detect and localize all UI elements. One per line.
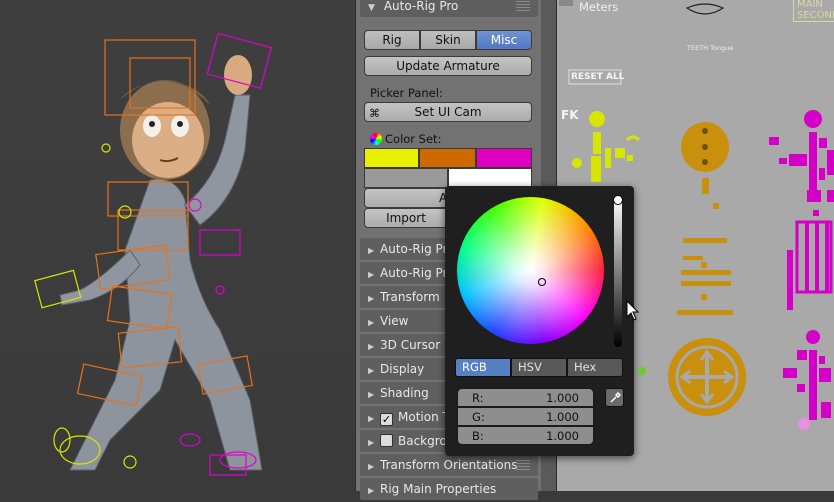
green-value: 1.000 — [546, 410, 579, 424]
color-wheel[interactable] — [457, 197, 604, 344]
red-label: R: — [472, 391, 484, 405]
3d-viewport[interactable] — [0, 0, 355, 491]
section-label: Display — [380, 362, 425, 376]
set-ui-cam-label: Set UI Cam — [414, 105, 482, 119]
section-label: Auto-Rig Pro — [380, 266, 455, 280]
green-label: G: — [472, 410, 485, 424]
section-rig-main-properties[interactable]: ▶ Rig Main Properties — [360, 478, 538, 500]
tab-hsv[interactable]: HSV — [511, 358, 567, 377]
color-swatch-gray[interactable] — [364, 168, 448, 188]
color-swatch-yellow[interactable] — [364, 148, 419, 168]
expand-triangle-icon: ▶ — [368, 318, 375, 327]
picker-panel-label: Picker Panel: — [370, 86, 443, 100]
color-palette-icon — [370, 133, 382, 145]
color-wheel-cursor[interactable] — [538, 278, 546, 286]
expand-triangle-icon: ▶ — [368, 390, 375, 399]
teeth-tongue-caption: TEETH Tongue — [687, 44, 734, 52]
section-label: Auto-Rig Pro — [380, 242, 455, 256]
background-images-checkbox[interactable] — [380, 434, 393, 447]
units-label: Meters — [579, 0, 619, 14]
blue-value: 1.000 — [546, 429, 579, 443]
red-value: 1.000 — [546, 391, 579, 405]
import-button[interactable]: Import — [364, 208, 448, 228]
update-armature-button[interactable]: Update Armature — [364, 56, 532, 76]
tab-skin[interactable]: Skin — [420, 30, 476, 50]
addon-panel-title: Auto-Rig Pro — [383, 0, 459, 13]
eyedropper-icon[interactable] — [605, 388, 624, 407]
auto-rig-pro-header[interactable]: ▼ Auto-Rig Pro — [360, 0, 538, 17]
color-swatch-magenta[interactable] — [476, 148, 532, 168]
tab-rgb[interactable]: RGB — [455, 358, 511, 377]
keyframe-dot-icon — [638, 367, 646, 375]
green-field[interactable]: G: 1.000 — [457, 407, 594, 426]
expand-triangle-icon: ▶ — [368, 366, 375, 375]
reset-all-button[interactable]: RESET ALL — [571, 72, 624, 82]
section-label: 3D Cursor — [380, 338, 441, 352]
expand-triangle-icon: ▶ — [368, 270, 375, 279]
color-swatch-white[interactable] — [448, 168, 532, 188]
expand-triangle-icon: ▶ — [368, 342, 375, 351]
camera-icon: ⌘ — [369, 107, 380, 120]
color-mode-tabs: RGB HSV Hex — [455, 358, 623, 377]
section-label: Motion T — [398, 410, 450, 424]
expand-triangle-icon: ▶ — [368, 294, 375, 303]
rig-mode-tabs: Rig Skin Misc — [364, 30, 532, 50]
color-set-label: Color Set: — [385, 132, 442, 146]
expand-triangle-icon: ▶ — [368, 414, 375, 423]
section-label: Transform Orientations — [380, 458, 518, 472]
expand-triangle-icon: ▶ — [368, 462, 375, 471]
character-rig-render — [34, 32, 272, 476]
color-picker-popup: RGB HSV Hex R: 1.000 G: 1.000 B: 1.000 — [445, 186, 634, 456]
section-label: Rig Main Properties — [380, 482, 497, 496]
section-label: Backgro — [398, 434, 447, 448]
red-field[interactable]: R: 1.000 — [457, 388, 594, 407]
section-transform-orientations[interactable]: ▶ Transform Orientations — [360, 454, 538, 476]
main-label: MAIN — [797, 0, 823, 10]
tab-rig[interactable]: Rig — [364, 30, 420, 50]
mouse-pointer-icon — [626, 300, 640, 321]
color-set-row: Color Set: — [370, 132, 441, 146]
color-swatch-orange[interactable] — [419, 148, 476, 168]
value-slider[interactable] — [613, 195, 623, 347]
set-ui-cam-button[interactable]: ⌘ Set UI Cam — [364, 102, 532, 122]
expand-triangle-icon: ▶ — [368, 486, 375, 495]
tab-hex[interactable]: Hex — [567, 358, 623, 377]
drag-grip-icon[interactable] — [516, 460, 530, 470]
fk-label: FK — [561, 108, 579, 122]
collapse-triangle-icon: ▼ — [368, 3, 375, 13]
blue-label: B: — [472, 429, 484, 443]
value-slider-handle[interactable] — [613, 195, 623, 205]
motion-tracking-checkbox[interactable]: ✓ — [380, 413, 393, 426]
second-label: SECOND — [797, 10, 834, 21]
tab-misc[interactable]: Misc — [476, 30, 532, 50]
section-label: Transform — [380, 290, 440, 304]
drag-grip-icon[interactable] — [516, 1, 530, 11]
section-label: Shading — [380, 386, 429, 400]
section-label: View — [380, 314, 409, 328]
expand-triangle-icon: ▶ — [368, 438, 375, 447]
expand-triangle-icon: ▶ — [368, 246, 375, 255]
main-second-box[interactable]: MAIN SECOND — [793, 0, 834, 22]
blue-field[interactable]: B: 1.000 — [457, 426, 594, 445]
